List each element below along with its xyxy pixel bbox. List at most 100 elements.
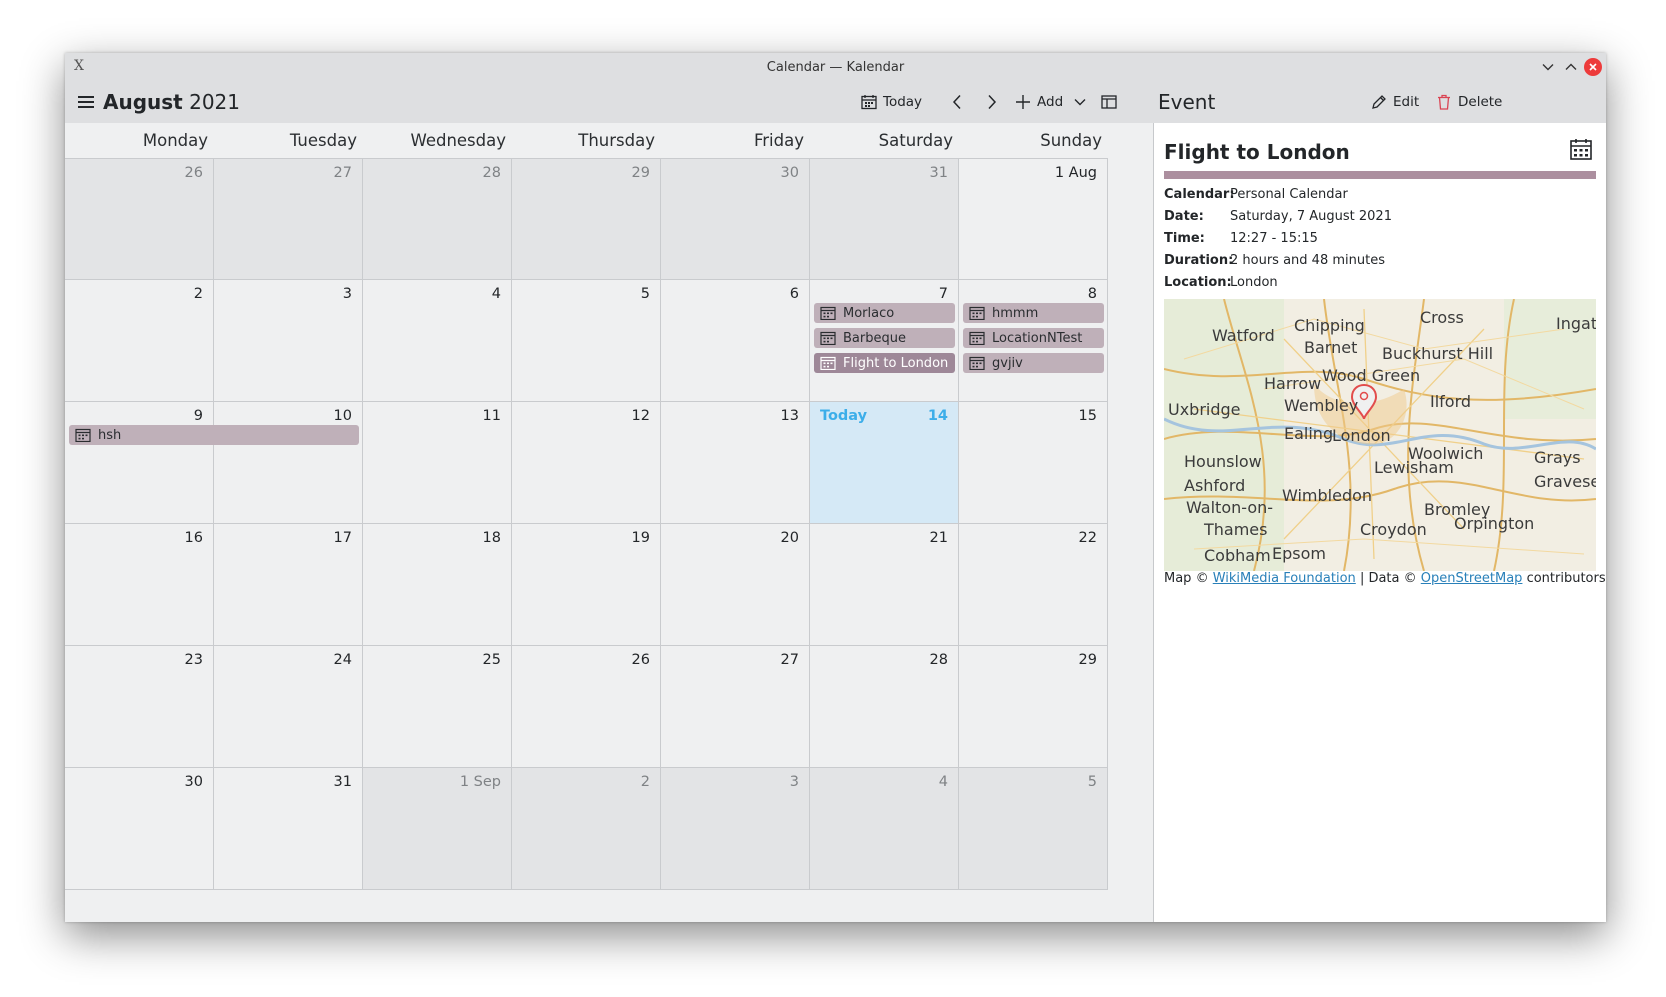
day-cell[interactable]: 23 (65, 646, 214, 768)
day-cell[interactable]: 1 Sep (363, 768, 512, 890)
event-chip-title: gvjiv (992, 355, 1023, 371)
month-grid: Monday Tuesday Wednesday Thursday Friday Satu… (65, 123, 1153, 922)
day-number: 28 (929, 652, 948, 668)
event-chip[interactable]: Flight to London (814, 353, 955, 373)
calendar-icon (820, 331, 836, 345)
event-field-value: Personal Calendar (1230, 187, 1348, 202)
day-cell[interactable]: 30 (65, 768, 214, 890)
day-cell[interactable]: 15 (959, 402, 1108, 524)
titlebar[interactable]: X Calendar — Kalendar (65, 53, 1606, 81)
day-number: 14 (927, 408, 948, 424)
day-cell[interactable]: 21 (810, 524, 959, 646)
day-cell[interactable]: 6 (661, 280, 810, 402)
day-number: 31 (333, 774, 352, 790)
sidebar-icon (1101, 95, 1117, 109)
day-cell[interactable]: 29 (959, 646, 1108, 768)
next-month-button[interactable] (985, 89, 999, 115)
day-cell[interactable]: 4 (810, 768, 959, 890)
add-dropdown-button[interactable] (1074, 89, 1086, 115)
day-cell[interactable]: 9 (65, 402, 214, 524)
view-switch-button[interactable] (1101, 89, 1117, 115)
day-cell[interactable]: 26 (512, 646, 661, 768)
previous-month-button[interactable] (950, 89, 964, 115)
add-button[interactable]: Add (1015, 89, 1063, 115)
day-cell[interactable]: 16 (65, 524, 214, 646)
minimize-button[interactable] (1539, 58, 1557, 76)
event-field-row: Duration:2 hours and 48 minutes (1164, 253, 1385, 268)
event-field-value: 2 hours and 48 minutes (1230, 253, 1385, 268)
day-cell[interactable]: 27 (661, 646, 810, 768)
calendar-icon (1569, 137, 1593, 161)
location-map[interactable]: Watford Chipping Barnet Cross Ingates Buckhur… (1164, 299, 1596, 571)
delete-button[interactable]: Delete (1436, 89, 1502, 115)
day-cell[interactable]: 31 (810, 158, 959, 280)
event-chip[interactable]: hsh (69, 425, 359, 445)
day-cell[interactable]: 5 (959, 768, 1108, 890)
chevron-down-icon (1542, 64, 1554, 71)
weekday-header: Monday (142, 131, 208, 150)
day-cell[interactable]: 1 Aug (959, 158, 1108, 280)
weekday-header: Sunday (1040, 131, 1102, 150)
day-cell[interactable]: 29 (512, 158, 661, 280)
day-number: 25 (482, 652, 501, 668)
day-cell[interactable]: 20 (661, 524, 810, 646)
map-place-label: Wood Green (1322, 366, 1420, 385)
day-number: 27 (333, 165, 352, 181)
event-chip[interactable]: hmmm (963, 303, 1104, 323)
maximize-button[interactable] (1562, 58, 1580, 76)
event-chip[interactable]: Barbeque (814, 328, 955, 348)
day-number: 15 (1078, 408, 1097, 424)
day-cell[interactable]: 5 (512, 280, 661, 402)
close-button[interactable] (1584, 58, 1602, 76)
event-field-key: Location: (1164, 275, 1232, 290)
day-cell[interactable]: 12 (512, 402, 661, 524)
day-number: 29 (1078, 652, 1097, 668)
chevron-left-icon (952, 94, 961, 110)
openstreetmap-link[interactable]: OpenStreetMap (1421, 571, 1523, 586)
day-cell[interactable]: 2 (65, 280, 214, 402)
wikimedia-link[interactable]: WikiMedia Foundation (1213, 571, 1356, 586)
day-cell[interactable]: 30 (661, 158, 810, 280)
add-button-label: Add (1037, 94, 1064, 110)
day-number: 10 (333, 408, 352, 424)
day-cell-today[interactable]: Today 14 (810, 402, 959, 524)
day-cell[interactable]: 4 (363, 280, 512, 402)
event-chip[interactable]: gvjiv (963, 353, 1104, 373)
day-cell[interactable]: 25 (363, 646, 512, 768)
window-title: Calendar — Kalendar (766, 60, 905, 75)
day-cell[interactable]: 3 (661, 768, 810, 890)
map-attribution-suffix: contributors (1526, 571, 1606, 586)
day-cell[interactable]: 19 (512, 524, 661, 646)
day-cell[interactable]: 31 (214, 768, 363, 890)
map-place-label: Epsom (1272, 544, 1326, 563)
day-cell[interactable]: 2 (512, 768, 661, 890)
map-place-label: Ingates (1556, 314, 1596, 333)
event-chip[interactable]: Morlaco (814, 303, 955, 323)
day-cell[interactable]: 24 (214, 646, 363, 768)
day-cell[interactable]: 26 (65, 158, 214, 280)
day-number: 16 (184, 530, 203, 546)
day-cell[interactable]: 13 (661, 402, 810, 524)
calendar-icon (861, 95, 877, 110)
day-cell[interactable]: 22 (959, 524, 1108, 646)
day-number: 2 (640, 774, 650, 790)
event-field-row: Date: Saturday, 7 August 2021 (1164, 209, 1392, 224)
today-button[interactable]: Today (861, 89, 922, 115)
day-cell[interactable]: 28 (363, 158, 512, 280)
day-cell[interactable]: 18 (363, 524, 512, 646)
day-cell[interactable]: 10 (214, 402, 363, 524)
delete-button-label: Delete (1458, 94, 1503, 110)
day-cell[interactable]: 27 (214, 158, 363, 280)
day-cell[interactable]: 28 (810, 646, 959, 768)
day-cell[interactable]: 17 (214, 524, 363, 646)
event-chip[interactable]: LocationNTest (963, 328, 1104, 348)
calendar-icon (820, 356, 836, 370)
day-cell[interactable]: 11 (363, 402, 512, 524)
calendar-icon (969, 356, 985, 370)
day-cell[interactable]: 3 (214, 280, 363, 402)
edit-button[interactable]: Edit (1371, 89, 1419, 115)
event-chip-title: Morlaco (843, 305, 895, 321)
map-place-label: Watford (1212, 326, 1275, 345)
day-number: 3 (789, 774, 799, 790)
hamburger-menu-button[interactable] (77, 93, 95, 111)
